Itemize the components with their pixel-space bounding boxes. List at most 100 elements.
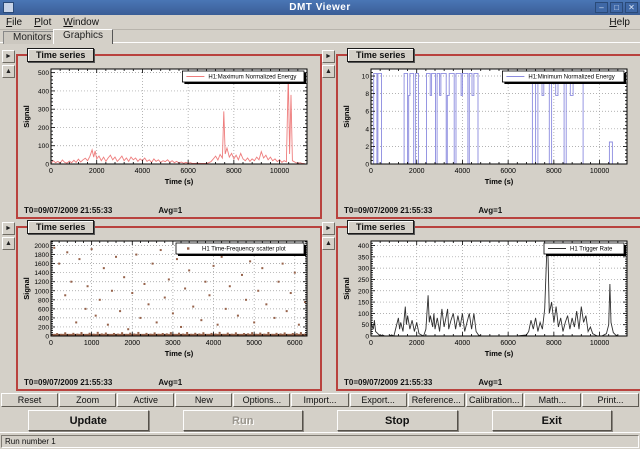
scatter-point bbox=[119, 310, 121, 312]
menu-help[interactable]: Help bbox=[603, 17, 636, 28]
menu-plot[interactable]: Plot bbox=[28, 17, 57, 28]
zoom-button[interactable]: Zoom bbox=[59, 393, 116, 407]
pane3-raise-arrow-icon[interactable]: ▲ bbox=[2, 237, 15, 250]
scatter-point bbox=[160, 249, 162, 251]
run-button[interactable]: Run bbox=[183, 410, 304, 431]
scatter-point bbox=[213, 265, 215, 267]
pane1-chart-canvas[interactable]: 02000400060008000100000100200300400500Ti… bbox=[21, 64, 313, 190]
calibration-button[interactable]: Calibration... bbox=[466, 393, 523, 407]
scatter-point bbox=[198, 333, 200, 335]
maximize-button[interactable]: □ bbox=[610, 2, 623, 13]
scatter-point bbox=[300, 332, 302, 334]
pane3-chart-canvas[interactable]: 0100020003000400050006000020040060080010… bbox=[21, 236, 313, 362]
scatter-point bbox=[263, 334, 265, 336]
svg-text:100: 100 bbox=[358, 311, 369, 318]
dmt-viewer-window: DMT Viewer – □ ✕ File Plot Window Help M… bbox=[0, 0, 640, 448]
stop-button[interactable]: Stop bbox=[337, 410, 458, 431]
scatter-point bbox=[273, 317, 275, 319]
svg-text:300: 300 bbox=[38, 107, 49, 114]
scatter-point bbox=[87, 285, 89, 287]
scatter-point bbox=[176, 258, 178, 260]
reset-button[interactable]: Reset bbox=[1, 393, 58, 407]
scatter-point bbox=[133, 334, 135, 336]
plot-pane-3: Time series 0100020003000400050006000020… bbox=[16, 226, 322, 391]
status-bar: Run number 1 bbox=[0, 432, 640, 449]
options-button[interactable]: Options... bbox=[233, 393, 290, 407]
svg-text:50: 50 bbox=[362, 322, 370, 329]
update-button[interactable]: Update bbox=[28, 410, 149, 431]
svg-text:6000: 6000 bbox=[287, 340, 303, 347]
scatter-point bbox=[241, 274, 243, 276]
pane2-raise-arrow-icon[interactable]: ▲ bbox=[322, 65, 335, 78]
svg-text:0: 0 bbox=[369, 168, 373, 175]
pane2-chart-canvas[interactable]: 02000400060008000100000246810Time (s)Sig… bbox=[341, 64, 633, 190]
svg-text:4000: 4000 bbox=[135, 168, 151, 175]
scatter-point bbox=[95, 315, 97, 317]
active-button[interactable]: Active bbox=[117, 393, 174, 407]
pane1-tab-time-series[interactable]: Time series bbox=[27, 48, 94, 62]
export-button[interactable]: Export... bbox=[350, 393, 407, 407]
scatter-point bbox=[56, 333, 58, 335]
pane2-tab-time-series[interactable]: Time series bbox=[347, 48, 414, 62]
scatter-point bbox=[172, 312, 174, 314]
scatter-point bbox=[247, 333, 249, 335]
scatter-point bbox=[180, 326, 182, 328]
minimize-button[interactable]: – bbox=[595, 2, 608, 13]
print-button[interactable]: Print... bbox=[582, 393, 639, 407]
pane3-tab-time-series[interactable]: Time series bbox=[27, 220, 94, 234]
pane1-t0-label: T0=09/07/2009 21:55:33 bbox=[24, 206, 112, 215]
chart-svg: 0200040006000800010000050100150200250300… bbox=[341, 236, 633, 362]
x-axis-title: Time (s) bbox=[485, 349, 514, 358]
menu-window[interactable]: Window bbox=[57, 17, 105, 28]
scatter-point bbox=[267, 332, 269, 334]
scatter-point bbox=[257, 290, 259, 292]
close-button[interactable]: ✕ bbox=[625, 2, 638, 13]
scatter-point bbox=[150, 334, 152, 336]
pane4-raise-arrow-icon[interactable]: ▲ bbox=[322, 237, 335, 250]
scatter-point bbox=[76, 334, 78, 336]
pane4-avg-label: Avg=1 bbox=[478, 378, 502, 387]
math-button[interactable]: Math... bbox=[524, 393, 581, 407]
import-button[interactable]: Import... bbox=[291, 393, 348, 407]
scatter-point bbox=[243, 333, 245, 335]
svg-text:0: 0 bbox=[49, 340, 53, 347]
scatter-point bbox=[251, 332, 253, 334]
scatter-point bbox=[111, 290, 113, 292]
pane4-popout-arrow-icon[interactable]: ► bbox=[322, 222, 335, 235]
svg-text:8: 8 bbox=[365, 91, 369, 98]
pane1-popout-arrow-icon[interactable]: ► bbox=[2, 50, 15, 63]
scatter-point bbox=[152, 263, 154, 265]
svg-text:2000: 2000 bbox=[89, 168, 105, 175]
svg-text:100: 100 bbox=[38, 143, 49, 150]
scatter-point bbox=[194, 333, 196, 335]
pane2-popout-arrow-icon[interactable]: ► bbox=[322, 50, 335, 63]
pane4-chart-canvas[interactable]: 0200040006000800010000050100150200250300… bbox=[341, 236, 633, 362]
pane1-raise-arrow-icon[interactable]: ▲ bbox=[2, 65, 15, 78]
scatter-point bbox=[298, 324, 300, 326]
x-axis-title: Time (s) bbox=[165, 177, 194, 186]
scatter-point bbox=[186, 332, 188, 334]
pane4-tab-time-series[interactable]: Time series bbox=[347, 220, 414, 234]
exit-button[interactable]: Exit bbox=[492, 410, 613, 431]
legend-label: H1 Time-Frequency scatter plot bbox=[202, 247, 286, 253]
svg-text:1000: 1000 bbox=[84, 340, 100, 347]
scatter-point bbox=[166, 333, 168, 335]
scatter-point bbox=[249, 260, 251, 262]
scatter-point bbox=[208, 294, 210, 296]
reference-button[interactable]: Reference... bbox=[408, 393, 465, 407]
new-button[interactable]: New bbox=[175, 393, 232, 407]
scatter-point bbox=[245, 299, 247, 301]
scatter-point bbox=[117, 334, 119, 336]
tab-graphics[interactable]: Graphics bbox=[53, 29, 113, 44]
menu-file[interactable]: File bbox=[0, 17, 28, 28]
svg-text:400: 400 bbox=[38, 88, 49, 95]
pane2-footer: T0=09/07/2009 21:55:33 Avg=1 bbox=[344, 206, 636, 216]
scatter-point bbox=[143, 283, 145, 285]
x-axis-title: Time (s) bbox=[485, 177, 514, 186]
pane3-popout-arrow-icon[interactable]: ► bbox=[2, 222, 15, 235]
scatter-point bbox=[162, 333, 164, 335]
scatter-point bbox=[204, 281, 206, 283]
svg-text:200: 200 bbox=[38, 324, 49, 331]
title-bar[interactable]: DMT Viewer – □ ✕ bbox=[0, 0, 640, 15]
scatter-point bbox=[253, 321, 255, 323]
